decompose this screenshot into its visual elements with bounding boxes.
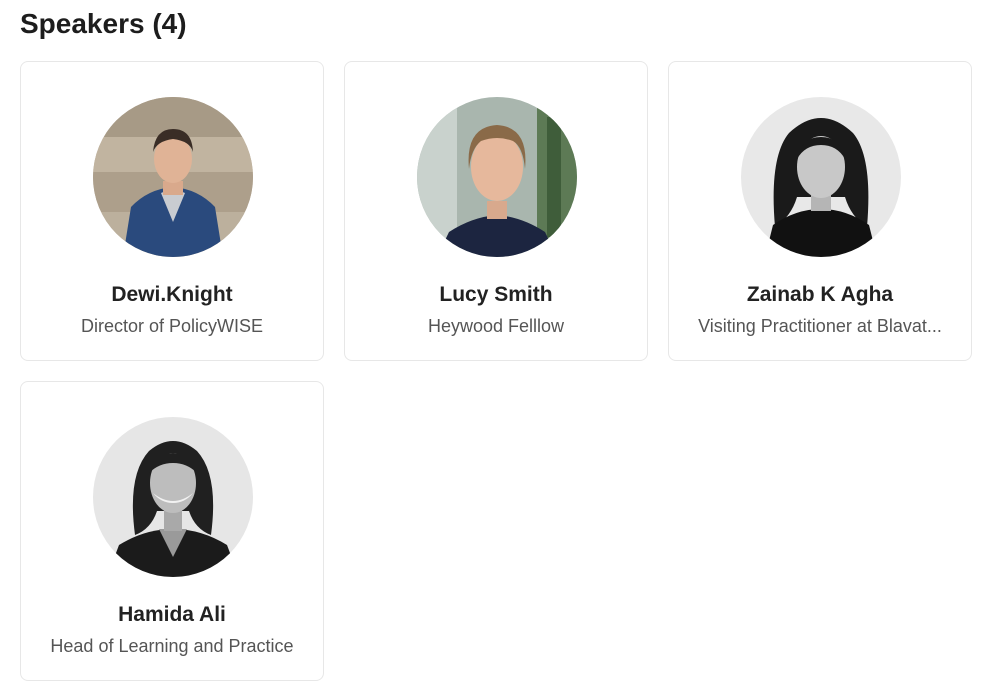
speaker-avatar [417,97,577,257]
speaker-avatar [741,97,901,257]
speaker-name: Zainab K Agha [746,283,894,306]
speaker-photo [93,417,253,577]
speaker-photo [417,97,577,257]
speaker-avatar [93,97,253,257]
speakers-heading: Speakers (4) [20,8,187,39]
speaker-avatar [93,417,253,577]
speaker-card[interactable]: Hamida Ali Head of Learning and Practice [20,381,324,681]
speaker-name: Dewi.Knight [111,283,233,306]
speaker-card[interactable]: Zainab K Agha Visiting Practitioner at B… [668,61,972,361]
speaker-photo [93,97,253,257]
speaker-card[interactable]: Lucy Smith Heywood Felllow [344,61,648,361]
speaker-role: Visiting Practitioner at Blavat... [698,316,942,336]
speaker-name: Lucy Smith [439,283,553,306]
speaker-role: Director of PolicyWISE [80,316,264,336]
speaker-role: Head of Learning and Practice [50,636,294,656]
speaker-name: Hamida Ali [118,603,226,626]
speaker-role: Heywood Felllow [427,316,565,336]
speaker-photo [741,97,901,257]
speaker-card[interactable]: Dewi.Knight Director of PolicyWISE [20,61,324,361]
speakers-grid: Dewi.Knight Director of PolicyWISE Lucy … [20,61,972,681]
